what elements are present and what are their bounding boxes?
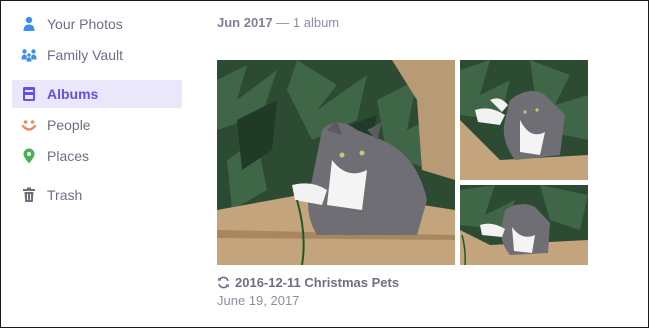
pin-icon xyxy=(21,148,37,164)
smile-icon xyxy=(21,117,37,133)
sidebar-item-label: Your Photos xyxy=(47,16,123,32)
album-icon xyxy=(21,86,37,102)
main-content: Jun 2017 — 1 album 2016-12-11 Christmas … xyxy=(217,1,648,327)
album-photo-bottom-right[interactable] xyxy=(460,185,588,265)
album-count: 1 album xyxy=(292,15,340,30)
album-date: June 19, 2017 xyxy=(217,293,300,308)
sidebar-item-label: Trash xyxy=(47,187,83,203)
group-month: Jun 2017 xyxy=(217,15,273,30)
sidebar-item-family-vault[interactable]: Family Vault xyxy=(12,41,182,69)
sidebar-item-people[interactable]: People xyxy=(12,111,182,139)
person-icon xyxy=(21,16,37,32)
trash-icon xyxy=(21,187,37,203)
sidebar-item-label: People xyxy=(47,117,91,133)
sidebar-item-trash[interactable]: Trash xyxy=(12,181,182,209)
album-title-link[interactable]: 2016-12-11 Christmas Pets xyxy=(217,275,399,290)
sidebar-item-albums[interactable]: Albums xyxy=(12,80,182,108)
sidebar-item-label: Albums xyxy=(47,86,99,102)
album-cover-collage[interactable] xyxy=(217,60,588,265)
heading-separator: — xyxy=(272,15,293,30)
sidebar-item-label: Places xyxy=(47,148,90,164)
sidebar-item-places[interactable]: Places xyxy=(12,142,182,170)
sidebar: Your Photos Family Vault Albums People P… xyxy=(1,1,191,327)
album-title: 2016-12-11 Christmas Pets xyxy=(235,275,400,290)
family-icon xyxy=(21,47,37,63)
album-photo-top-right[interactable] xyxy=(460,60,588,180)
sidebar-item-your-photos[interactable]: Your Photos xyxy=(12,10,182,38)
sync-icon xyxy=(217,276,230,289)
sidebar-item-label: Family Vault xyxy=(47,47,123,63)
album-photo-large[interactable] xyxy=(217,60,455,265)
album-group-heading: Jun 2017 — 1 album xyxy=(217,15,339,30)
